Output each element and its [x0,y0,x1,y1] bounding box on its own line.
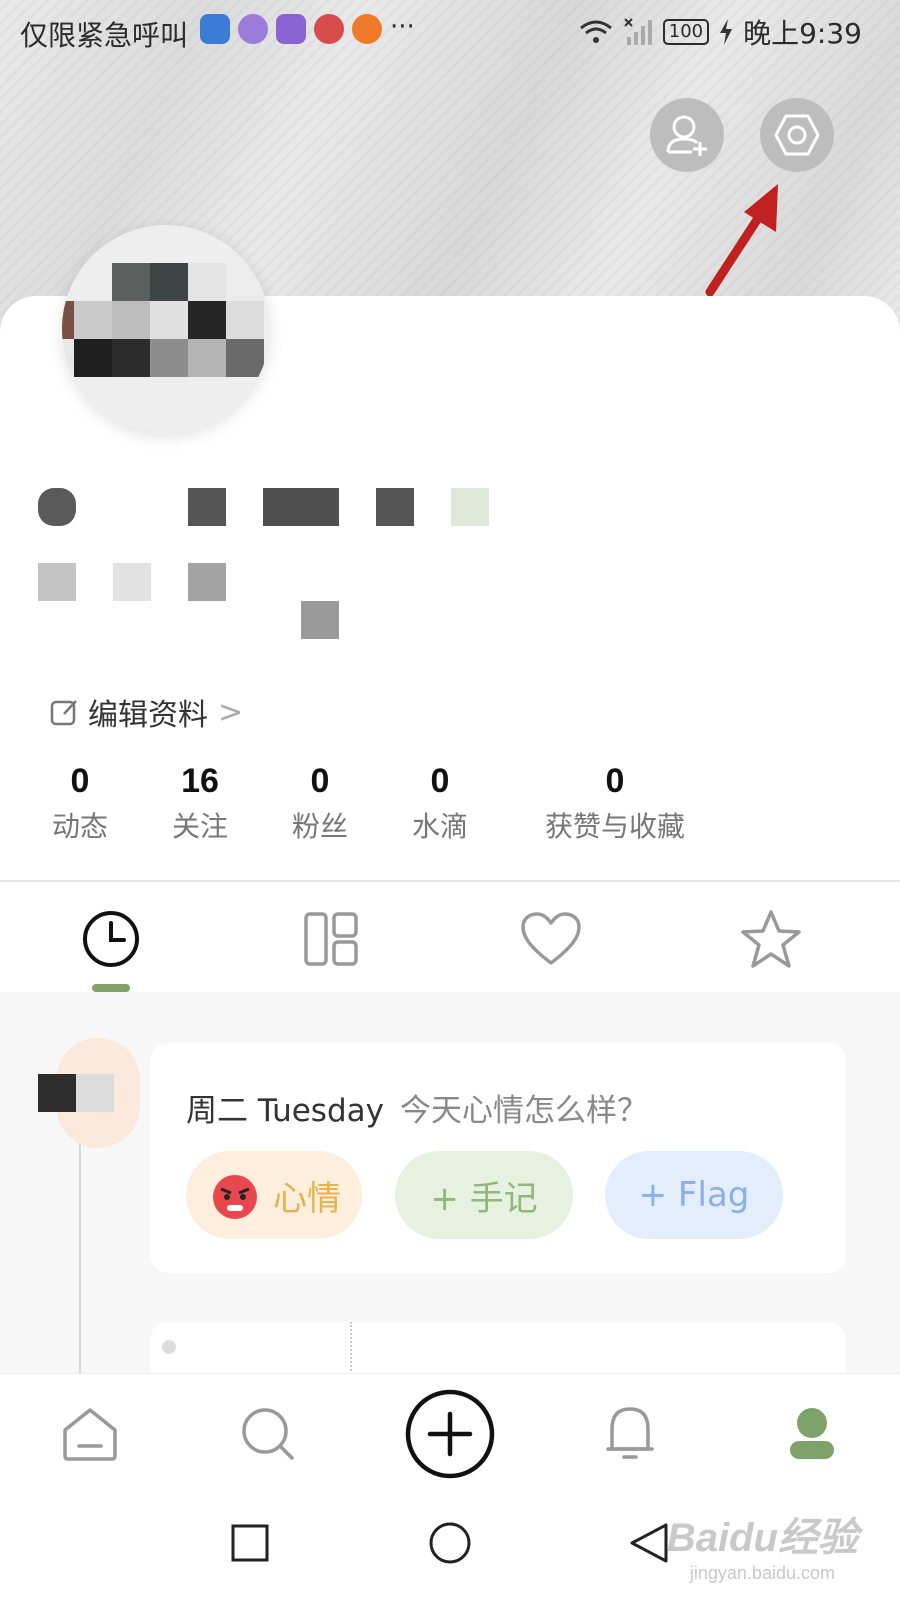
battery-indicator: 100 [662,19,710,45]
avatar[interactable] [62,225,270,433]
stat-following[interactable]: 16 关注 [160,762,240,845]
tab-timeline[interactable] [76,904,146,974]
clock-time: 晚上9:39 [743,17,862,50]
add-note-label: + 手记 [430,1178,538,1219]
mood-card-question: 今天心情怎么样？ [400,1093,648,1129]
profile-icon [790,1408,834,1459]
mood-card-date: 周二 Tuesday [186,1093,384,1129]
annotation-arrow [705,184,778,297]
add-flag-label: + Flag [638,1175,750,1215]
carrier-text: 仅限紧急呼叫 [20,19,189,52]
nav-search[interactable] [236,1402,300,1466]
tab-likes[interactable] [516,904,586,974]
mood-button[interactable]: 心情 [186,1151,362,1239]
stat-value: 0 [70,762,90,800]
stat-value: 16 [181,762,219,800]
bell-icon [606,1407,654,1459]
app-icon [314,14,344,44]
add-flag-button[interactable]: + Flag [605,1151,783,1239]
baidu-watermark: Baidu经验 jingyan.baidu.com [667,1505,858,1584]
settings-button[interactable] [760,98,834,172]
mood-card: 周二 Tuesday 今天心情怎么样？ 心情 + 手记 + Flag [150,1043,846,1273]
recent-apps-button[interactable] [230,1523,270,1563]
edit-profile-label: 编辑资料 [88,698,208,733]
charging-icon [720,19,733,45]
stat-label: 动态 [51,810,108,843]
chevron-right-icon: > [218,694,244,730]
app-icon [200,14,230,44]
timeline-line [79,1115,81,1375]
grid-layout-icon [304,912,358,966]
status-bar: 仅限紧急呼叫 ··· 100 晚上9:39 [0,0,900,62]
nav-create-button[interactable] [404,1388,496,1480]
edit-icon [50,700,77,726]
stat-posts[interactable]: 0 动态 [40,762,120,845]
feed-avatar [38,1038,140,1148]
no-signal-icon [624,18,652,45]
app-icon [238,14,268,44]
app-icon [352,14,382,44]
more-notifications-icon: ··· [390,12,415,42]
stat-likes-and-favorites[interactable]: 0 获赞与收藏 [530,762,700,845]
heart-icon [521,912,581,965]
bottom-navigation [0,1373,900,1494]
nav-home[interactable] [58,1402,122,1466]
watermark-url: jingyan.baidu.com [689,1563,835,1583]
back-button[interactable] [628,1521,670,1565]
watermark-logo-text: Baidu经验 [666,1516,858,1560]
clock-icon [83,911,139,967]
active-tab-indicator [92,984,130,992]
home-icon [63,1408,117,1461]
angry-face-icon [213,1175,257,1219]
nav-profile[interactable] [780,1402,844,1466]
stat-value: 0 [430,762,450,800]
nav-notifications[interactable] [598,1402,662,1466]
plus-circle-icon [405,1389,495,1479]
stat-value: 0 [310,762,330,800]
home-button[interactable] [428,1521,472,1565]
stat-followers[interactable]: 0 粉丝 [280,762,360,845]
redacted-profile-info [0,470,700,650]
settings-hexagon-icon [774,114,820,156]
notification-app-icons [200,14,382,44]
app-icon [276,14,306,44]
stat-label: 关注 [171,810,228,843]
add-user-icon [666,115,707,156]
profile-tabs [0,882,900,992]
stat-value: 0 [605,762,625,800]
wifi-icon [579,20,612,43]
stat-label: 水滴 [411,810,468,843]
add-note-button[interactable]: + 手记 [395,1151,573,1239]
stat-label: 获赞与收藏 [544,810,685,843]
edit-profile-link[interactable]: 编辑资料 > [50,690,243,734]
add-friend-button[interactable] [650,98,724,172]
tab-collections[interactable] [296,904,366,974]
search-icon [242,1408,294,1460]
tab-favorites[interactable] [736,904,806,974]
stat-water-drops[interactable]: 0 水滴 [400,762,480,845]
star-icon [741,910,801,968]
mood-button-label: 心情 [273,1178,341,1219]
stat-label: 粉丝 [291,810,348,843]
